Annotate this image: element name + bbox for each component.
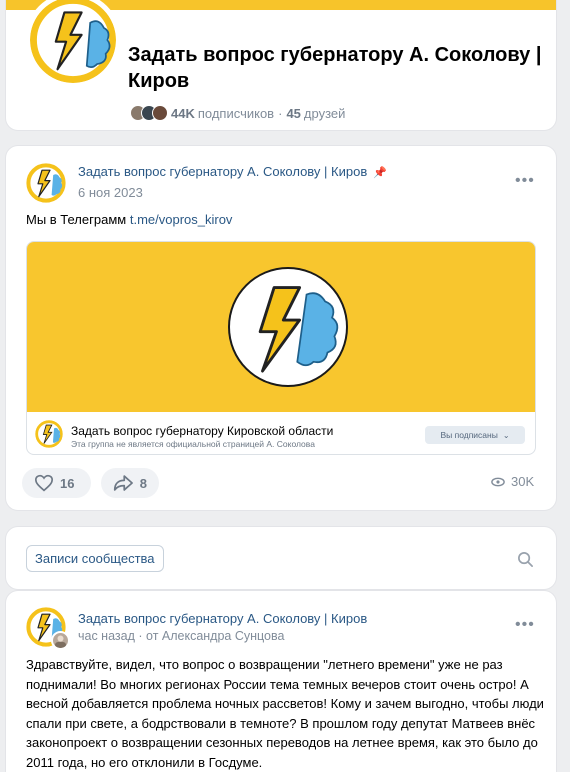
post-author-name[interactable]: Задать вопрос губернатору А. Соколову | … (78, 164, 367, 179)
views-counter: 30K (491, 474, 534, 489)
subscriber-avatar (152, 105, 168, 121)
friends-count: 45 (286, 105, 301, 121)
subscribed-label: Вы подписаны (440, 430, 498, 440)
post-date[interactable]: 6 ноя 2023 (78, 185, 143, 200)
post-author-avatar[interactable] (26, 163, 66, 203)
snippet-small-logo-icon (35, 420, 63, 448)
share-button[interactable]: 8 (101, 468, 159, 498)
snippet-subtitle: Эта группа не является официальной стран… (71, 439, 315, 449)
post2-time[interactable]: час назад (78, 629, 135, 643)
post2-from[interactable]: · от Александра Сунцова (138, 629, 284, 643)
subscribers-count: 44K (171, 105, 195, 121)
share-count: 8 (139, 475, 147, 491)
like-button[interactable]: 16 (22, 468, 91, 498)
snippet-footer: Задать вопрос губернатору Кировской обла… (27, 412, 535, 454)
search-icon[interactable] (517, 551, 534, 573)
friends-label: друзей (303, 105, 346, 121)
post-text-prefix: Мы в Телеграмм (26, 212, 127, 227)
heart-icon (34, 474, 54, 492)
pin-icon: 📌 (373, 167, 387, 179)
post2-meta: час назад · от Александра Сунцова (78, 629, 284, 643)
separator: · (278, 105, 283, 121)
more-options-icon[interactable]: ••• (515, 616, 535, 634)
post2-author-name[interactable]: Задать вопрос губернатору А. Соколову | … (78, 611, 367, 626)
link-snippet[interactable]: Задать вопрос губернатору Кировской обла… (26, 241, 536, 455)
subscribed-button[interactable]: Вы подписаны ⌄ (425, 426, 525, 444)
more-options-icon[interactable]: ••• (515, 172, 535, 190)
post-text: Мы в Телеграмм t.me/vopros_kirov (26, 211, 232, 229)
snippet-title: Задать вопрос губернатору Кировской обла… (71, 424, 334, 438)
eye-icon (491, 477, 505, 486)
suggester-avatar[interactable] (51, 631, 70, 650)
subscribers-row[interactable]: 44K подписчиков · 45 друзей (130, 103, 345, 123)
chevron-down-icon: ⌄ (502, 430, 510, 440)
telegram-link[interactable]: t.me/vopros_kirov (130, 212, 233, 227)
subscriber-avatars[interactable] (130, 105, 168, 121)
views-count: 30K (511, 474, 535, 489)
post2-text: Здравствуйте, видел, что вопрос о возвра… (26, 657, 544, 770)
tab-community-posts[interactable]: Записи сообщества (26, 545, 164, 572)
snippet-logo-icon (230, 269, 346, 385)
subscribers-label: подписчиков (197, 105, 275, 121)
share-icon (113, 475, 133, 491)
snippet-image[interactable] (27, 242, 535, 412)
group-title: Задать вопрос губернатору А. Соколову | … (128, 44, 542, 92)
like-count: 16 (60, 475, 75, 491)
post-author-link[interactable]: Задать вопрос губернатору А. Соколову | … (78, 164, 387, 179)
